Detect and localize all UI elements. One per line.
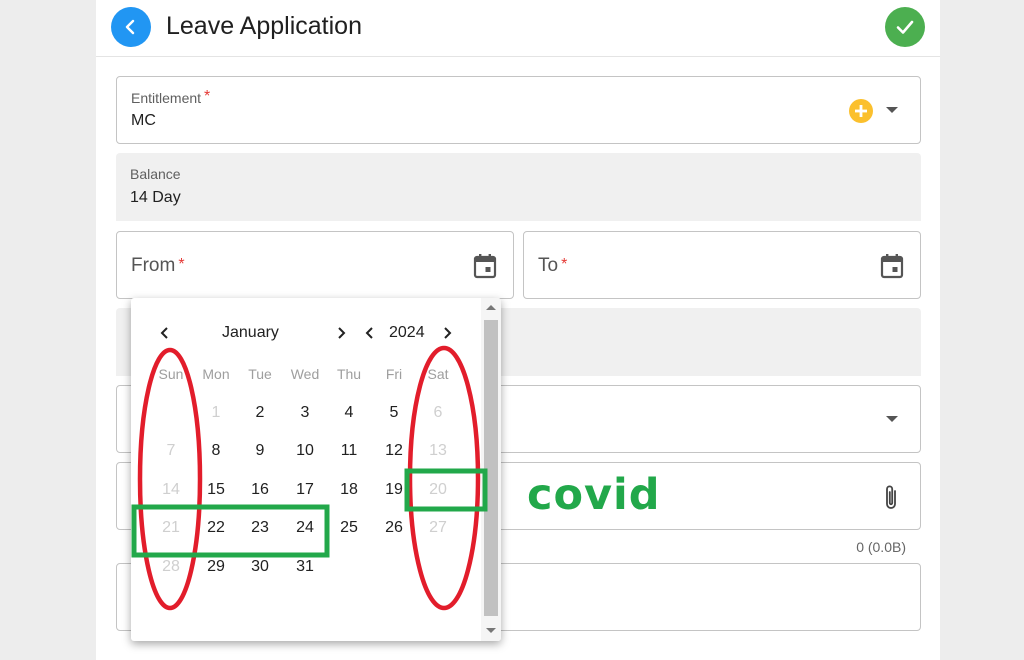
scroll-down-icon[interactable] bbox=[486, 628, 496, 633]
balance-label: Balance bbox=[130, 166, 181, 182]
day-14: 14 bbox=[162, 481, 180, 498]
day-15[interactable]: 15 bbox=[194, 472, 238, 508]
confirm-button[interactable] bbox=[885, 7, 925, 47]
chevron-right-icon bbox=[444, 327, 452, 339]
day-20: 20 bbox=[429, 481, 447, 498]
prev-year-button[interactable] bbox=[361, 322, 379, 344]
weekday-sat: Sat bbox=[427, 366, 449, 382]
day-2[interactable]: 2 bbox=[238, 395, 282, 431]
covid-annotation: covid bbox=[527, 470, 661, 520]
day-19[interactable]: 19 bbox=[372, 472, 416, 508]
weekday-fri: Fri bbox=[385, 366, 403, 382]
weekday-thu: Thu bbox=[336, 366, 362, 382]
calendar-icon[interactable] bbox=[473, 253, 497, 279]
day-3[interactable]: 3 bbox=[283, 395, 327, 431]
day-1: 1 bbox=[211, 404, 221, 421]
day-25[interactable]: 25 bbox=[327, 510, 371, 546]
balance-value: 14 Day bbox=[130, 189, 181, 206]
year-label[interactable]: 2024 bbox=[389, 324, 425, 342]
dropdown-arrow-icon[interactable] bbox=[886, 415, 898, 423]
month-label[interactable]: January bbox=[222, 324, 279, 342]
day-23[interactable]: 23 bbox=[238, 510, 282, 546]
to-date-field[interactable]: To * bbox=[523, 231, 921, 299]
day-10[interactable]: 10 bbox=[283, 433, 327, 469]
day-28: 28 bbox=[162, 558, 180, 575]
scrollbar-thumb[interactable] bbox=[484, 320, 498, 616]
from-date-field[interactable]: From * bbox=[116, 231, 514, 299]
day-5[interactable]: 5 bbox=[372, 395, 416, 431]
attachment-size: 0 (0.0B) bbox=[856, 539, 906, 555]
from-label: From * bbox=[131, 255, 185, 276]
chevron-right-icon bbox=[338, 327, 346, 339]
day-8[interactable]: 8 bbox=[194, 433, 238, 469]
scrollbar[interactable] bbox=[481, 298, 501, 641]
day-16[interactable]: 16 bbox=[238, 472, 282, 508]
day-18[interactable]: 18 bbox=[327, 472, 371, 508]
day-4[interactable]: 4 bbox=[327, 395, 371, 431]
weekday-wed: Wed bbox=[290, 366, 320, 382]
weekday-tue: Tue bbox=[248, 366, 272, 382]
calendar-icon[interactable] bbox=[880, 253, 904, 279]
day-21: 21 bbox=[162, 519, 180, 536]
weekday-mon: Mon bbox=[202, 366, 230, 382]
check-icon bbox=[896, 20, 914, 34]
entitlement-value: MC bbox=[131, 112, 156, 129]
day-11[interactable]: 11 bbox=[327, 433, 371, 469]
day-17[interactable]: 17 bbox=[283, 472, 327, 508]
next-year-button[interactable] bbox=[438, 322, 456, 344]
day-31[interactable]: 31 bbox=[283, 549, 327, 585]
chevron-left-icon bbox=[365, 327, 373, 339]
balance-field: Balance 14 Day bbox=[116, 153, 921, 221]
prev-month-button[interactable] bbox=[156, 322, 174, 344]
chevron-left-icon bbox=[125, 19, 135, 35]
day-7: 7 bbox=[166, 442, 176, 459]
entitlement-label: Entitlement * bbox=[131, 88, 211, 106]
day-13: 13 bbox=[429, 442, 447, 459]
scroll-up-icon[interactable] bbox=[486, 305, 496, 310]
day-29[interactable]: 29 bbox=[194, 549, 238, 585]
date-picker: January 2024 Sun Mon Tue Wed Thu Fri Sat 12345… bbox=[131, 298, 501, 641]
paperclip-icon[interactable] bbox=[882, 483, 900, 513]
day-27: 27 bbox=[429, 519, 447, 536]
day-24[interactable]: 24 bbox=[283, 510, 327, 546]
app-header: Leave Application bbox=[96, 0, 940, 57]
back-button[interactable] bbox=[111, 7, 151, 47]
page-title: Leave Application bbox=[166, 12, 362, 40]
add-circle-icon[interactable] bbox=[848, 98, 874, 124]
chevron-left-icon bbox=[160, 327, 168, 339]
dropdown-arrow-icon[interactable] bbox=[886, 106, 898, 114]
day-22[interactable]: 22 bbox=[194, 510, 238, 546]
entitlement-select[interactable]: Entitlement * MC bbox=[116, 76, 921, 144]
day-9[interactable]: 9 bbox=[238, 433, 282, 469]
day-26[interactable]: 26 bbox=[372, 510, 416, 546]
weekday-sun: Sun bbox=[158, 366, 184, 382]
day-30[interactable]: 30 bbox=[238, 549, 282, 585]
day-12[interactable]: 12 bbox=[372, 433, 416, 469]
day-6: 6 bbox=[433, 404, 443, 421]
next-month-button[interactable] bbox=[332, 322, 350, 344]
to-label: To * bbox=[538, 255, 568, 276]
